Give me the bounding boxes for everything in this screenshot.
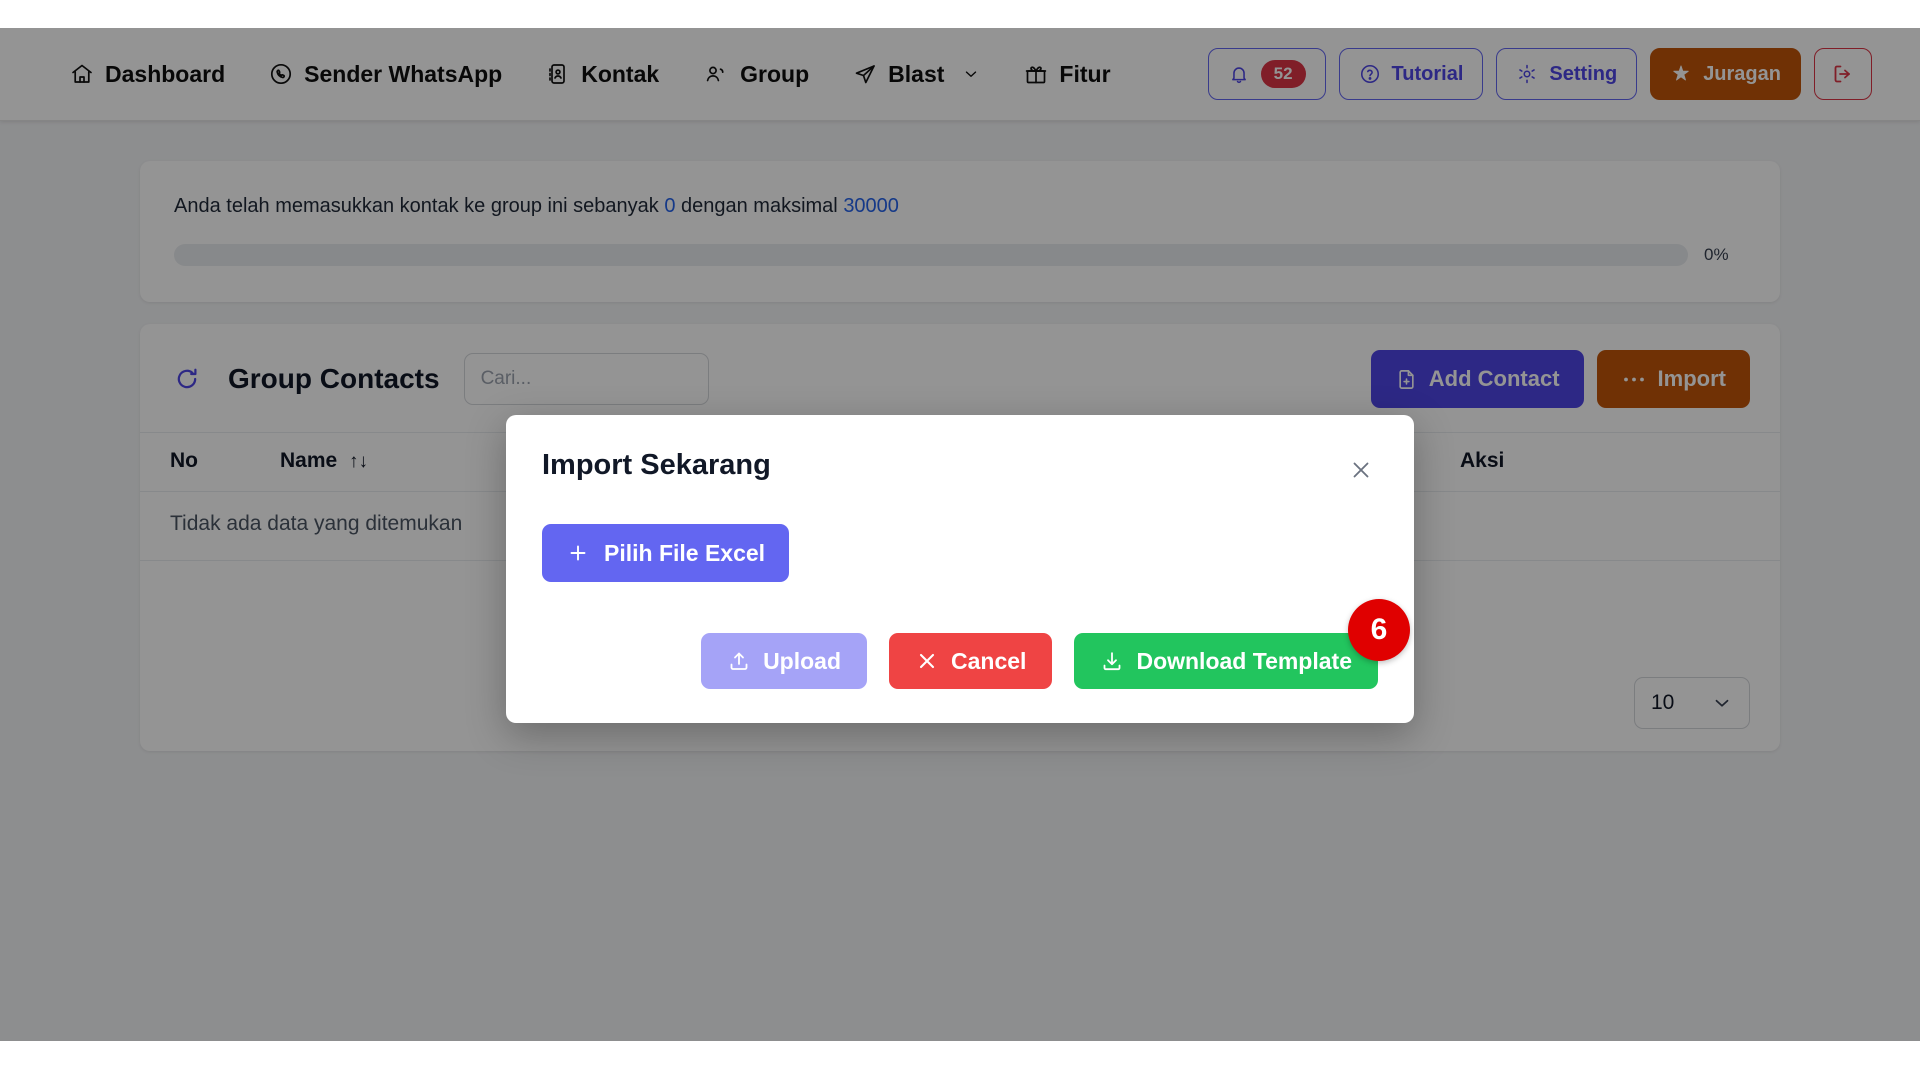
quota-text-prefix: Anda telah memasukkan kontak ke group in…	[174, 195, 659, 217]
quota-current-value: 0	[664, 195, 676, 217]
modal-header: Import Sekarang	[542, 449, 1378, 487]
nav-item-sender-whatsapp[interactable]: Sender WhatsApp	[247, 53, 524, 96]
logout-button[interactable]	[1814, 48, 1872, 100]
download-template-button[interactable]: Download Template 6	[1074, 599, 1410, 689]
nav-label: Fitur	[1059, 60, 1111, 87]
download-icon	[1100, 649, 1124, 673]
notification-count-badge: 52	[1260, 60, 1306, 88]
nav-label: Kontak	[581, 60, 660, 87]
primary-nav: Dashboard Sender WhatsApp Kontak Group B…	[48, 53, 1133, 96]
top-navbar: Dashboard Sender WhatsApp Kontak Group B…	[0, 28, 1920, 121]
quota-card: Anda telah memasukkan kontak ke group in…	[140, 161, 1780, 302]
sort-arrows-icon[interactable]: ↑↓	[349, 451, 368, 472]
bell-icon	[1228, 63, 1250, 85]
nav-item-dashboard[interactable]: Dashboard	[48, 53, 247, 96]
chevron-down-icon	[1711, 692, 1733, 714]
contact-card-icon	[546, 62, 570, 86]
tutorial-label: Tutorial	[1391, 62, 1464, 85]
page-size-select[interactable]: 10	[1634, 677, 1750, 729]
upload-icon	[727, 649, 751, 673]
nav-item-fitur[interactable]: Fitur	[1002, 53, 1132, 96]
whatsapp-icon	[269, 62, 293, 86]
add-contact-button[interactable]: Add Contact	[1370, 350, 1584, 408]
page-size-value: 10	[1651, 691, 1675, 714]
download-template-label: Download Template	[1136, 647, 1352, 674]
account-button[interactable]: Juragan	[1650, 48, 1801, 100]
column-label: No	[170, 449, 198, 472]
add-contact-label: Add Contact	[1428, 366, 1560, 391]
quota-maximum-value: 30000	[843, 195, 899, 217]
tutorial-button[interactable]: Tutorial	[1338, 48, 1484, 100]
app-shell: Dashboard Sender WhatsApp Kontak Group B…	[0, 28, 1920, 1041]
notifications-button[interactable]: 52	[1207, 48, 1326, 100]
cancel-button[interactable]: Cancel	[889, 633, 1053, 689]
quota-progress-label: 0%	[1704, 245, 1729, 264]
nav-label: Sender WhatsApp	[304, 60, 503, 87]
setting-label: Setting	[1549, 62, 1618, 85]
nav-label: Dashboard	[105, 60, 226, 87]
account-label: Juragan	[1703, 62, 1781, 85]
gift-icon	[1024, 62, 1048, 86]
logout-icon	[1831, 62, 1855, 86]
close-icon[interactable]	[1344, 453, 1378, 487]
column-header-no: No	[140, 432, 280, 492]
quota-text-middle: dengan maksimal	[681, 195, 838, 217]
column-label: Aksi	[1460, 449, 1505, 472]
x-icon	[915, 649, 939, 673]
ellipsis-icon	[1621, 368, 1647, 391]
import-button[interactable]: Import	[1596, 350, 1750, 408]
import-label: Import	[1657, 366, 1726, 391]
page-title: Group Contacts	[228, 363, 440, 394]
nav-item-blast[interactable]: Blast	[831, 53, 1002, 96]
help-circle-icon	[1359, 63, 1381, 85]
setting-button[interactable]: Setting	[1496, 48, 1638, 100]
search-input[interactable]	[463, 353, 709, 405]
file-plus-icon	[1395, 368, 1418, 391]
users-icon	[703, 62, 729, 86]
import-modal: Import Sekarang Pilih File Excel Upload	[506, 415, 1414, 723]
quota-progress-bar	[174, 244, 1688, 266]
quota-progress-row: 0%	[174, 244, 1746, 266]
modal-title: Import Sekarang	[542, 449, 771, 481]
star-icon	[1670, 63, 1692, 85]
chevron-down-icon	[962, 65, 980, 83]
refresh-icon[interactable]	[170, 362, 204, 396]
nav-label: Group	[740, 60, 810, 87]
nav-label: Blast	[888, 60, 945, 87]
cancel-label: Cancel	[951, 647, 1027, 674]
plus-icon	[566, 541, 590, 565]
nav-actions: 52 Tutorial Setting Juragan	[1207, 48, 1872, 100]
upload-button[interactable]: Upload	[701, 633, 868, 689]
column-label: Name	[280, 449, 338, 472]
pick-excel-file-button[interactable]: Pilih File Excel	[542, 524, 790, 582]
header-actions: Add Contact Import	[1370, 350, 1750, 408]
gear-icon	[1516, 63, 1538, 85]
pick-excel-file-label: Pilih File Excel	[604, 539, 766, 566]
step-marker-badge: 6	[1348, 599, 1410, 661]
upload-label: Upload	[763, 647, 842, 674]
home-icon	[70, 62, 94, 86]
nav-item-group[interactable]: Group	[681, 53, 831, 96]
quota-text: Anda telah memasukkan kontak ke group in…	[174, 195, 1746, 218]
column-header-aksi: Aksi	[1460, 432, 1780, 492]
nav-item-kontak[interactable]: Kontak	[524, 53, 681, 96]
modal-footer: Upload Cancel Download Template 6	[701, 599, 1410, 689]
send-icon	[853, 62, 877, 86]
